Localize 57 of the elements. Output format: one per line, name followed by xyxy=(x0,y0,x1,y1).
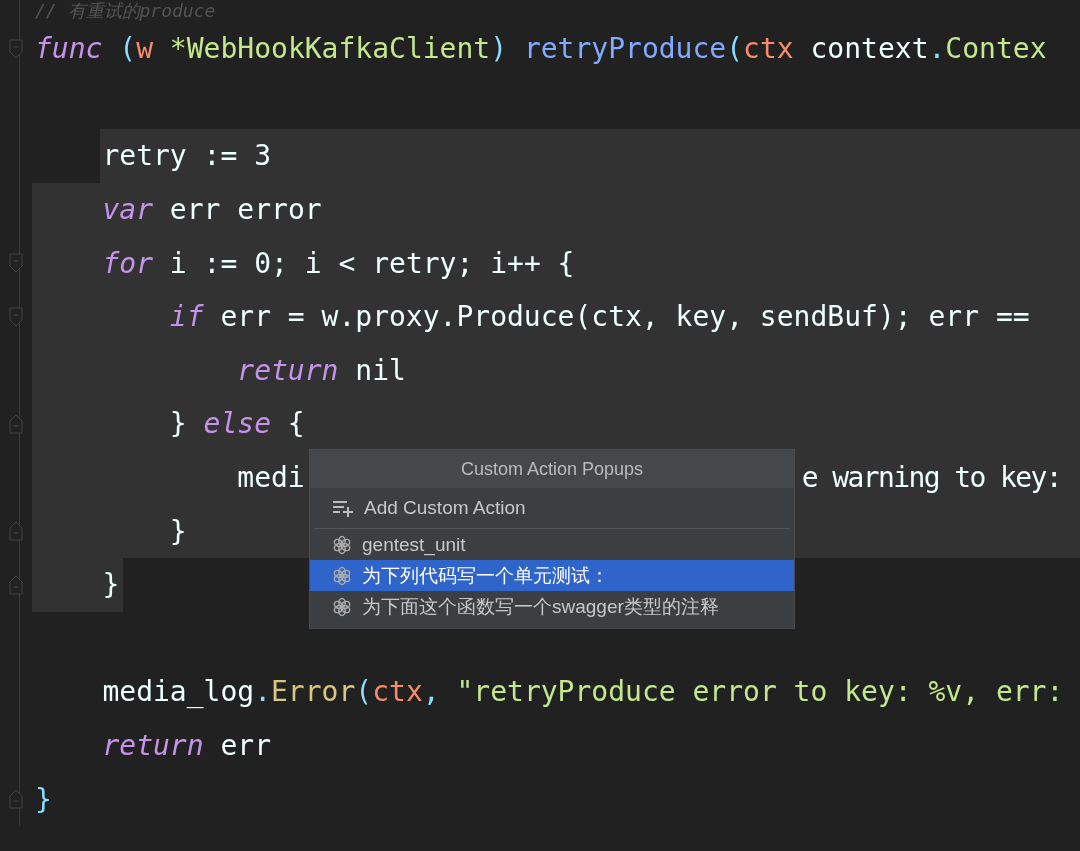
code-token: } xyxy=(35,782,52,816)
menu-item[interactable]: 为下面这个函数写一个swagger类型的注释 xyxy=(310,591,794,622)
menu-label: 为下列代码写一个单元测试： xyxy=(362,563,609,588)
add-action-item[interactable]: Add Custom Action xyxy=(314,488,790,529)
code-token: *WebHookKafkaClient xyxy=(168,32,491,66)
code-token: ( xyxy=(355,675,373,709)
fold-icon[interactable] xyxy=(9,306,23,327)
code-token: } xyxy=(101,568,120,602)
popup-title: Custom Action Popups xyxy=(310,450,794,488)
menu-label: gentest_unit xyxy=(362,533,466,556)
code-token: ctx xyxy=(372,675,423,709)
code-token: ( xyxy=(118,32,137,66)
code-token: w xyxy=(136,32,153,66)
code-token: err xyxy=(219,729,271,762)
code-token: Contex xyxy=(945,32,1047,66)
code-token: context xyxy=(809,32,929,66)
knot-icon xyxy=(332,596,352,617)
fold-icon[interactable] xyxy=(9,413,23,434)
menu-label: Add Custom Action xyxy=(364,497,526,519)
menu-item[interactable]: 为下列代码写一个单元测试： xyxy=(310,560,794,591)
code-token: return xyxy=(101,729,204,762)
code-token: medi xyxy=(236,461,305,495)
code-token: var xyxy=(101,193,153,227)
code-token: err = w.proxy.Produce(ctx, key, sendBuf); err == xyxy=(219,300,1030,334)
code-token: { xyxy=(286,407,305,441)
code-token: } xyxy=(168,407,188,441)
code-token: for xyxy=(101,246,153,280)
code-token: ( xyxy=(726,32,744,66)
add-list-icon xyxy=(332,498,354,518)
fold-icon[interactable] xyxy=(9,38,23,59)
code-token: } xyxy=(168,514,187,548)
fold-icon[interactable] xyxy=(9,789,23,810)
code-token: nil xyxy=(354,353,406,387)
fold-icon[interactable] xyxy=(9,253,23,274)
code-token: . xyxy=(928,32,946,66)
code-token: "retryProduce error to key: %v, err: xyxy=(456,675,1064,709)
code-token: Error xyxy=(271,675,356,709)
code-token: func xyxy=(35,32,103,66)
code-token: e warning to key: xyxy=(801,461,1062,495)
code-token: err error xyxy=(168,193,322,227)
code-token: if xyxy=(168,300,204,334)
code-token: . xyxy=(254,675,271,709)
code-token: ctx xyxy=(743,32,794,66)
knot-icon xyxy=(332,534,352,555)
code-token: return xyxy=(236,353,339,387)
code-token: i := 0; i < retry; i++ { xyxy=(168,246,575,280)
knot-icon xyxy=(332,565,352,586)
fold-icon[interactable] xyxy=(9,521,23,542)
code-token: , xyxy=(422,675,441,709)
code-token: retryProduce xyxy=(523,32,727,66)
menu-item[interactable]: gentest_unit xyxy=(310,529,794,560)
fold-icon[interactable] xyxy=(9,574,23,595)
menu-label: 为下面这个函数写一个swagger类型的注释 xyxy=(362,594,719,619)
code-token: else xyxy=(203,407,271,441)
code-token: retry := 3 xyxy=(101,139,271,173)
code-token: media_log xyxy=(101,675,255,709)
code-token: ) xyxy=(490,32,509,66)
